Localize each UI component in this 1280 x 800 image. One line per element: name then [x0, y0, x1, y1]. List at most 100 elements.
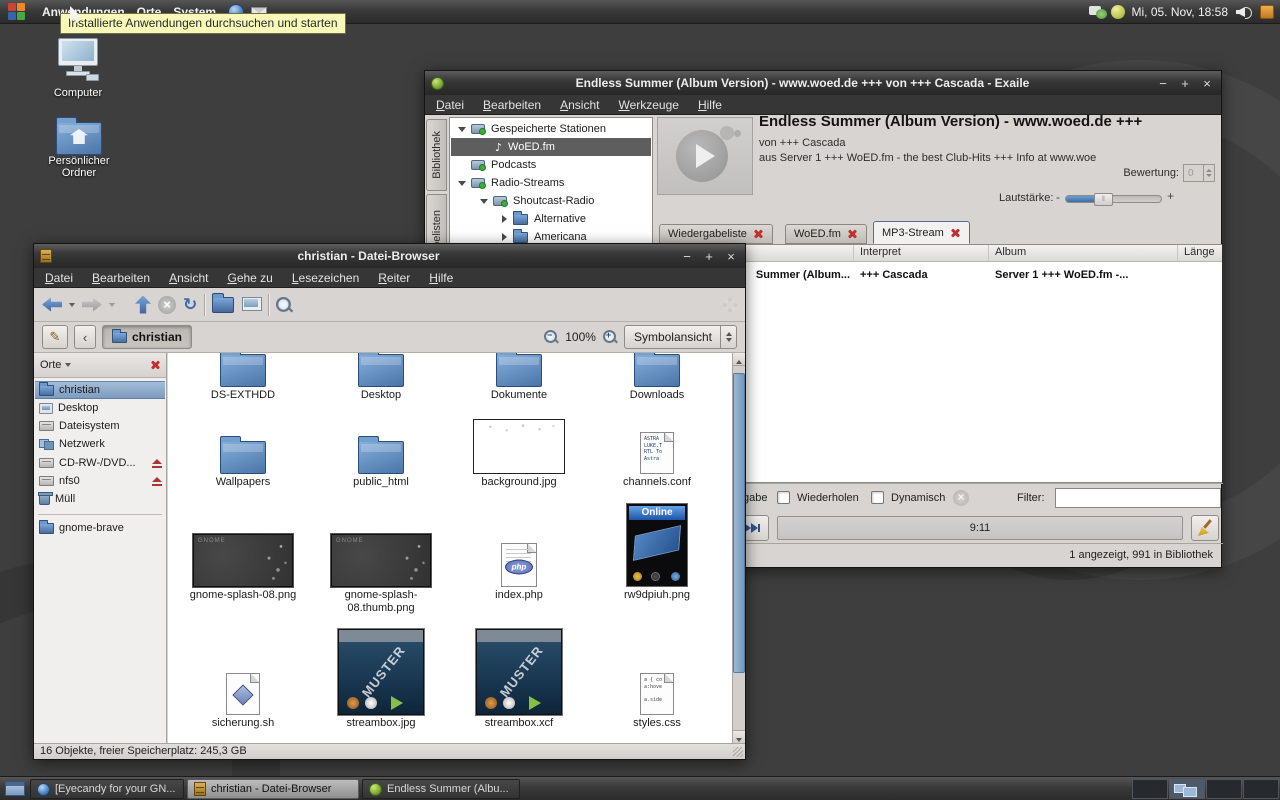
file-ds-exthdd[interactable]: DS-EXTHDD [175, 353, 311, 402]
volume-tray-icon[interactable] [1236, 6, 1252, 18]
menu-hilfe[interactable]: Hilfe [429, 271, 453, 285]
expander-closed-icon[interactable] [502, 233, 507, 241]
file-rw9dpiuh-png[interactable]: Online rw9dpiuh.png [589, 501, 725, 602]
spin-arrows-icon[interactable] [1203, 165, 1214, 181]
file-sicherung-sh[interactable]: sicherung.sh [175, 624, 311, 730]
back-history-chevron-icon[interactable] [69, 303, 75, 307]
workspace-4[interactable] [1243, 779, 1279, 799]
reload-icon[interactable]: ↻ [183, 296, 197, 314]
workspace-2-active[interactable] [1169, 779, 1205, 799]
expander-open-icon[interactable] [480, 199, 488, 204]
file-streambox-xcf[interactable]: MUSTER streambox.xcf [451, 624, 587, 730]
tree-item-alternative[interactable]: Alternative [451, 210, 651, 228]
volume-slider[interactable]: ‖ [1065, 195, 1162, 203]
tab-wiedergabeliste[interactable]: Wiedergabeliste [659, 224, 773, 244]
close-tab-icon[interactable] [951, 228, 961, 238]
dynamic-checkbox[interactable] [871, 491, 884, 504]
menu-datei[interactable]: Datei [45, 271, 73, 285]
sidebar-item-nfs0[interactable]: nfs0 [35, 472, 165, 490]
chevron-down-icon[interactable] [65, 363, 71, 367]
volume-minus[interactable]: - [1056, 190, 1060, 204]
tree-item-radio-streams[interactable]: Radio-Streams [451, 174, 651, 192]
status-tray-icon[interactable] [1111, 5, 1125, 19]
file-desktop[interactable]: Desktop [313, 353, 449, 402]
tab-woed-fm[interactable]: WoED.fm [785, 224, 867, 244]
scroll-down-icon[interactable] [733, 730, 745, 743]
resize-grip[interactable] [733, 747, 743, 757]
main-menu-icon[interactable] [8, 3, 26, 21]
eject-icon[interactable] [152, 477, 162, 486]
menu-bearbeiten[interactable]: Bearbeiten [92, 271, 150, 285]
file-index-php[interactable]: php index.php [451, 501, 587, 602]
file-streambox-jpg[interactable]: MUSTER streambox.jpg [313, 624, 449, 730]
sidebar-item-dateisystem[interactable]: Dateisystem [35, 417, 165, 435]
menu-lesezeichen[interactable]: Lesezeichen [292, 271, 359, 285]
volume-handle[interactable]: ‖ [1094, 193, 1113, 206]
zoom-in-icon[interactable]: + [602, 329, 618, 345]
close-button[interactable]: × [1199, 76, 1215, 91]
desktop-icon-computer[interactable]: Computer [38, 38, 118, 99]
close-tab-icon[interactable] [848, 229, 858, 239]
file-background-jpg[interactable]: background.jpg [451, 408, 587, 489]
file-wallpapers[interactable]: Wallpapers [175, 408, 311, 489]
file-public-html[interactable]: public_html [313, 408, 449, 489]
taskbar-item-datei-browser[interactable]: christian - Datei-Browser [187, 779, 359, 799]
view-mode-select[interactable]: Symbolansicht [624, 325, 737, 349]
up-icon[interactable] [135, 296, 151, 314]
file-dokumente[interactable]: Dokumente [451, 353, 587, 402]
menu-datei[interactable]: Datei [436, 98, 464, 112]
repeat-checkbox[interactable] [777, 491, 790, 504]
tree-item-woed-fm[interactable]: ♪ WoED.fm [451, 138, 651, 156]
sidebar-item-muell[interactable]: Müll [35, 490, 165, 508]
back-icon[interactable] [42, 298, 62, 312]
clock[interactable]: Mi, 05. Nov, 18:58 [1132, 5, 1229, 19]
rating-spinbox[interactable]: 0 [1183, 164, 1215, 182]
sidebar-item-christian[interactable]: christian [35, 381, 165, 399]
exaile-titlebar[interactable]: Endless Summer (Album Version) - www.woe… [425, 71, 1221, 95]
menu-hilfe[interactable]: Hilfe [698, 98, 722, 112]
column-laenge[interactable]: Länge [1178, 245, 1222, 261]
menu-bearbeiten[interactable]: Bearbeiten [483, 98, 541, 112]
file-channels-conf[interactable]: ASTRA LUKE.T RTL To Astra channels.conf [589, 408, 725, 489]
stop-icon[interactable] [158, 296, 176, 314]
file-styles-css[interactable]: a { co a:hove a.side styles.css [589, 624, 725, 730]
zoom-level[interactable]: 100% [565, 330, 596, 344]
path-button-christian[interactable]: christian [102, 325, 192, 349]
eject-icon[interactable] [152, 459, 162, 468]
close-button[interactable]: × [723, 249, 739, 264]
nautilus-titlebar[interactable]: christian - Datei-Browser − + × [34, 244, 745, 268]
show-desktop-icon[interactable] [5, 781, 25, 796]
sidebar-item-gnome-brave[interactable]: gnome-brave [35, 519, 165, 537]
sidebar-item-desktop[interactable]: Desktop [35, 399, 165, 417]
desktop-icon-home[interactable]: Persönlicher Ordner [34, 116, 124, 179]
seek-progress[interactable]: 9:11 [777, 516, 1183, 540]
maximize-button[interactable]: + [1177, 76, 1193, 91]
search-icon[interactable] [275, 295, 293, 313]
maximize-button[interactable]: + [701, 249, 717, 264]
chat-tray-icon[interactable] [1089, 5, 1107, 20]
file-downloads[interactable]: Downloads [589, 353, 725, 402]
column-interpret[interactable]: Interpret [854, 245, 989, 261]
menu-gehe-zu[interactable]: Gehe zu [227, 271, 272, 285]
tree-item-podcasts[interactable]: Podcasts [451, 156, 651, 174]
home-icon[interactable] [212, 297, 234, 313]
workspace-3[interactable] [1206, 779, 1242, 799]
computer-icon[interactable] [241, 297, 261, 313]
file-gnome-splash-thumb[interactable]: GNOME gnome-splash-08.thumb.png [313, 501, 449, 615]
tab-mp3-stream[interactable]: MP3-Stream [873, 221, 970, 244]
minimize-button[interactable]: − [679, 249, 695, 264]
filter-input[interactable] [1055, 488, 1221, 508]
update-tray-icon[interactable] [1260, 5, 1274, 19]
close-tab-icon[interactable] [754, 229, 764, 239]
minimize-button[interactable]: − [1155, 76, 1171, 91]
sidebar-item-netzwerk[interactable]: Netzwerk [35, 435, 165, 453]
menu-ansicht[interactable]: Ansicht [169, 271, 208, 285]
clear-icon[interactable] [953, 490, 969, 506]
sidebar-item-cdrw-dvd[interactable]: CD-RW-/DVD... [35, 454, 165, 472]
tree-item-gespeicherte-stationen[interactable]: Gespeicherte Stationen [451, 120, 651, 138]
expander-closed-icon[interactable] [502, 215, 507, 223]
path-scroll-left-button[interactable]: ‹ [74, 325, 96, 349]
menu-ansicht[interactable]: Ansicht [560, 98, 599, 112]
expander-open-icon[interactable] [458, 127, 466, 132]
volume-plus[interactable]: + [1167, 189, 1174, 203]
